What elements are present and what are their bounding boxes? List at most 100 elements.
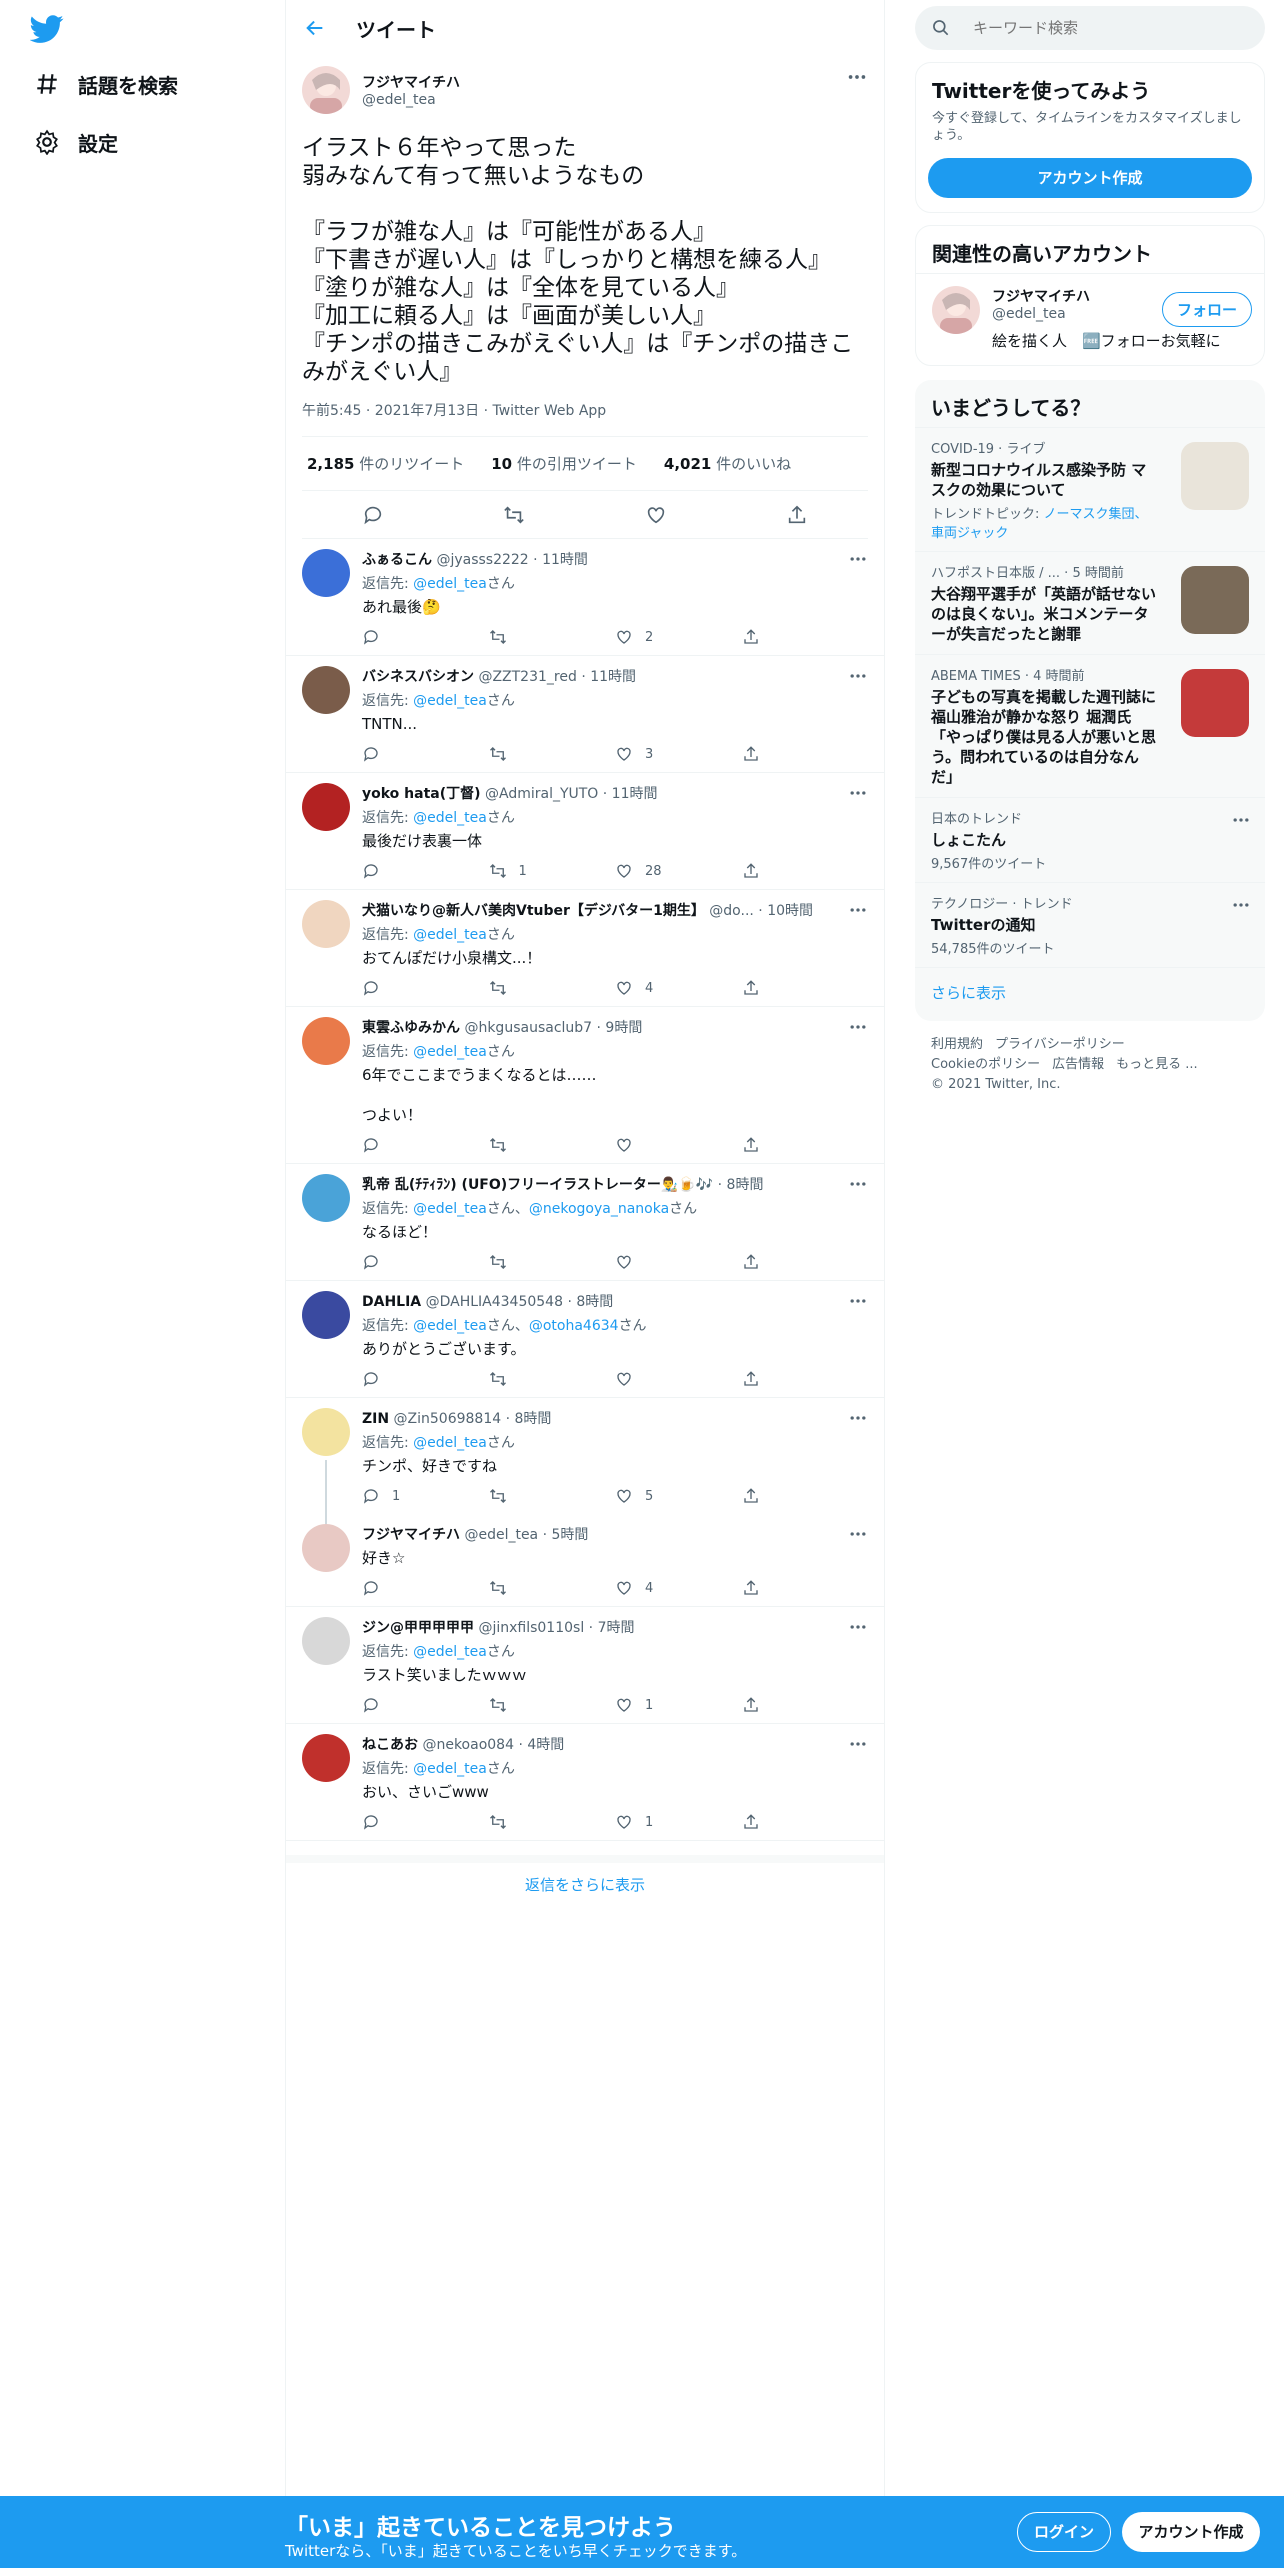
- avatar[interactable]: [302, 1734, 350, 1782]
- more-icon[interactable]: [848, 1734, 868, 1754]
- avatar[interactable]: [302, 549, 350, 597]
- reply-button[interactable]: [362, 1813, 489, 1831]
- reply-to-link[interactable]: @edel_tea: [413, 1761, 487, 1777]
- reply-author-name[interactable]: ZIN: [362, 1411, 389, 1427]
- reply-button[interactable]: [362, 1579, 489, 1597]
- login-button[interactable]: ログイン: [1017, 2512, 1111, 2552]
- like-button[interactable]: [615, 1370, 742, 1388]
- avatar[interactable]: [302, 900, 350, 948]
- like-button[interactable]: 5: [615, 1487, 742, 1505]
- reply-author-handle[interactable]: @do...: [709, 903, 754, 919]
- reply-tweet[interactable]: ねこあお @nekoao084 · 4時間 返信先: @edel_teaさん お…: [286, 1724, 884, 1841]
- like-icon[interactable]: [645, 504, 667, 526]
- more-icon[interactable]: [846, 66, 868, 88]
- follow-button[interactable]: フォロー: [1161, 292, 1252, 327]
- footer-terms[interactable]: 利用規約: [931, 1037, 983, 1052]
- reply-icon[interactable]: [362, 504, 384, 526]
- like-count[interactable]: 4,021 件のいいね: [664, 453, 791, 474]
- like-button[interactable]: 1: [615, 1813, 742, 1831]
- avatar[interactable]: [302, 1524, 350, 1572]
- reply-button[interactable]: [362, 979, 489, 997]
- reply-tweet[interactable]: yoko hata(丁督) @Admiral_YUTO · 11時間 返信先: …: [286, 773, 884, 890]
- search-box[interactable]: [915, 6, 1265, 50]
- avatar[interactable]: [302, 783, 350, 831]
- share-button[interactable]: [742, 1696, 869, 1714]
- reply-to-link[interactable]: @nekogoya_nanoka: [529, 1201, 669, 1217]
- nav-explore[interactable]: 話題を検索: [34, 64, 178, 104]
- more-icon[interactable]: [848, 783, 868, 803]
- reply-author-handle[interactable]: @Zin50698814: [394, 1411, 502, 1427]
- footer-more[interactable]: もっと見る ...: [1116, 1057, 1198, 1072]
- reply-time[interactable]: · 8時間: [506, 1411, 552, 1427]
- retweet-button[interactable]: [489, 1253, 616, 1271]
- reply-time[interactable]: · 11時間: [581, 669, 636, 685]
- retweet-button[interactable]: [489, 628, 616, 646]
- reply-author-handle[interactable]: @ZZT231_red: [478, 669, 576, 685]
- nav-settings[interactable]: 設定: [34, 122, 118, 162]
- more-icon[interactable]: [1231, 895, 1251, 915]
- like-button[interactable]: 28: [615, 862, 742, 880]
- retweet-button[interactable]: [489, 1696, 616, 1714]
- reply-author-name[interactable]: ジン@甲甲甲甲甲: [362, 1620, 474, 1636]
- share-button[interactable]: [742, 1813, 869, 1831]
- reply-author-name[interactable]: フジヤマイチハ: [362, 1527, 460, 1543]
- retweet-button[interactable]: [489, 1370, 616, 1388]
- back-arrow-icon[interactable]: [304, 17, 326, 39]
- reply-button[interactable]: 1: [362, 1487, 489, 1505]
- reply-to-link[interactable]: @edel_tea: [413, 927, 487, 943]
- reply-author-handle[interactable]: @edel_tea: [464, 1527, 538, 1543]
- retweet-button[interactable]: [489, 1579, 616, 1597]
- reply-tweet[interactable]: 乳帝 乱(ﾁﾃｨﾗﾝ) (UFO)フリーイラストレーター👨‍🎨🍺🎶 · 8時間 …: [286, 1164, 884, 1281]
- reply-tweet[interactable]: フジヤマイチハ @edel_tea · 5時間 好き☆ 4: [286, 1514, 884, 1607]
- trend-item[interactable]: COVID-19 · ライブ 新型コロナウイルス感染予防 マスクの効果について …: [915, 427, 1265, 551]
- retweet-button[interactable]: [489, 979, 616, 997]
- share-button[interactable]: [742, 862, 869, 880]
- share-button[interactable]: [742, 628, 869, 646]
- reply-to-link[interactable]: @edel_tea: [413, 810, 487, 826]
- avatar[interactable]: [302, 1291, 350, 1339]
- more-icon[interactable]: [848, 1017, 868, 1037]
- trend-item[interactable]: 日本のトレンド しょこたん 9,567件のツイート: [915, 797, 1265, 882]
- share-button[interactable]: [742, 1253, 869, 1271]
- reply-tweet[interactable]: ふぁるこん @jyasss2222 · 11時間 返信先: @edel_teaさ…: [286, 539, 884, 656]
- like-button[interactable]: [615, 1136, 742, 1154]
- reply-author-handle[interactable]: @nekoao084: [422, 1737, 514, 1753]
- reply-tweet[interactable]: DAHLIA @DAHLIA43450548 · 8時間 返信先: @edel_…: [286, 1281, 884, 1398]
- reply-tweet[interactable]: ジン@甲甲甲甲甲 @jinxfils0110sl · 7時間 返信先: @ede…: [286, 1607, 884, 1724]
- reply-author-name[interactable]: 犬猫いなり@新人バ美肉Vtuber【デジバター1期生】: [362, 903, 705, 919]
- retweet-button[interactable]: [489, 1136, 616, 1154]
- like-button[interactable]: [615, 1253, 742, 1271]
- tweet-timestamp[interactable]: 午前5:45 · 2021年7月13日 · Twitter Web App: [302, 400, 868, 437]
- retweet-count[interactable]: 2,185 件のリツイート: [307, 453, 464, 474]
- reply-to-link[interactable]: @edel_tea: [413, 1435, 487, 1451]
- reply-to-link[interactable]: @edel_tea: [413, 693, 487, 709]
- avatar[interactable]: [302, 666, 350, 714]
- avatar[interactable]: [932, 286, 980, 334]
- share-button[interactable]: [742, 1487, 869, 1505]
- reply-author-name[interactable]: 東雲ふゆみかん: [362, 1020, 460, 1036]
- reply-button[interactable]: [362, 862, 489, 880]
- retweet-icon[interactable]: [503, 504, 525, 526]
- trends-show-more[interactable]: さらに表示: [915, 967, 1265, 1021]
- reply-button[interactable]: [362, 1696, 489, 1714]
- retweet-button[interactable]: 1: [489, 862, 616, 880]
- reply-time[interactable]: · 5時間: [543, 1527, 589, 1543]
- reply-time[interactable]: · 8時間: [718, 1177, 764, 1193]
- like-button[interactable]: 4: [615, 979, 742, 997]
- retweet-button[interactable]: [489, 1813, 616, 1831]
- reply-button[interactable]: [362, 1136, 489, 1154]
- share-button[interactable]: [742, 979, 869, 997]
- show-more-replies-button[interactable]: 返信をさらに表示: [286, 1855, 884, 1905]
- reply-author-handle[interactable]: @Admiral_YUTO: [485, 786, 598, 802]
- reply-to-link[interactable]: @edel_tea: [413, 1318, 487, 1334]
- twitter-logo-icon[interactable]: [30, 12, 64, 46]
- reply-time[interactable]: · 8時間: [567, 1294, 613, 1310]
- retweet-button[interactable]: [489, 1487, 616, 1505]
- search-input[interactable]: [971, 18, 1231, 38]
- more-icon[interactable]: [848, 1174, 868, 1194]
- share-button[interactable]: [742, 1136, 869, 1154]
- quote-count[interactable]: 10 件の引用ツイート: [491, 453, 637, 474]
- avatar[interactable]: [302, 1174, 350, 1222]
- reply-author-name[interactable]: バシネスバシオン: [362, 669, 474, 685]
- more-icon[interactable]: [848, 666, 868, 686]
